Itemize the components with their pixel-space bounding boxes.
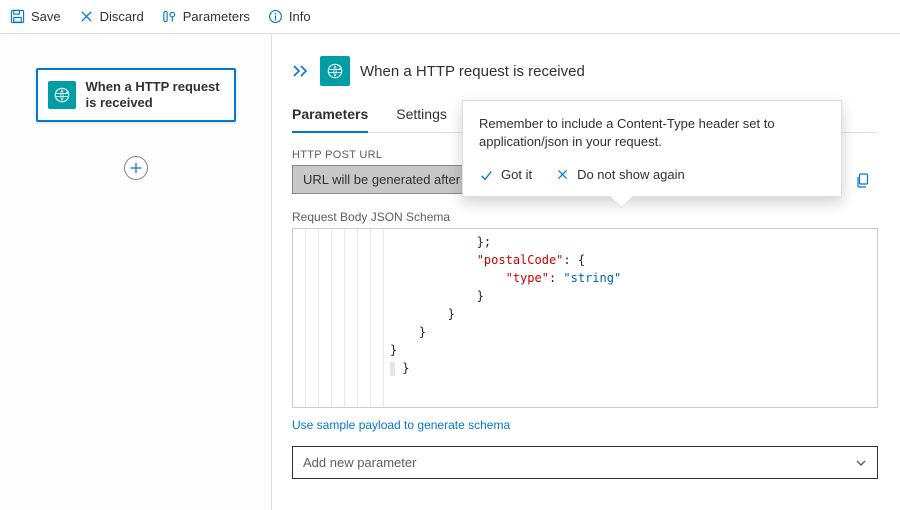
tab-parameters[interactable]: Parameters — [292, 98, 368, 132]
discard-label: Discard — [100, 9, 144, 24]
callout-text: Remember to include a Content-Type heade… — [479, 115, 825, 151]
info-button[interactable]: Info — [268, 9, 311, 24]
dont-show-label: Do not show again — [577, 167, 685, 182]
parameters-label: Parameters — [183, 9, 250, 24]
chevron-right-double-icon — [292, 64, 310, 78]
gotit-button[interactable]: Got it — [479, 167, 532, 182]
editor-gutter — [293, 229, 384, 407]
trigger-card-title: When a HTTP request is received — [86, 79, 224, 111]
parameters-button[interactable]: Parameters — [162, 9, 250, 24]
info-icon — [268, 9, 283, 24]
gotit-label: Got it — [501, 167, 532, 182]
command-bar: Save Discard Parameters Info — [0, 0, 900, 34]
dont-show-again-button[interactable]: Do not show again — [556, 167, 685, 182]
use-sample-payload-link[interactable]: Use sample payload to generate schema — [292, 418, 510, 432]
tip-callout: Remember to include a Content-Type heade… — [462, 100, 842, 197]
editor-content[interactable]: }; "postalCode": { "type": "string" } } … — [384, 229, 627, 407]
save-label: Save — [31, 9, 61, 24]
plus-icon — [129, 161, 143, 175]
close-icon — [556, 168, 569, 181]
info-label: Info — [289, 9, 311, 24]
add-step-button[interactable] — [124, 156, 148, 180]
close-icon — [79, 9, 94, 24]
http-trigger-icon — [320, 56, 350, 86]
chevron-down-icon — [855, 457, 867, 469]
check-icon — [479, 168, 493, 182]
schema-editor[interactable]: }; "postalCode": { "type": "string" } } … — [292, 228, 878, 408]
save-icon — [10, 9, 25, 24]
collapse-panel-button[interactable] — [292, 64, 310, 78]
parameters-icon — [162, 9, 177, 24]
copy-icon — [855, 172, 871, 188]
trigger-card[interactable]: When a HTTP request is received — [36, 68, 236, 122]
schema-label: Request Body JSON Schema — [292, 210, 878, 224]
panel-title: When a HTTP request is received — [360, 63, 585, 80]
detail-panel: When a HTTP request is received Paramete… — [272, 34, 900, 510]
tab-settings[interactable]: Settings — [396, 98, 447, 132]
http-trigger-icon — [48, 81, 76, 109]
save-button[interactable]: Save — [10, 9, 61, 24]
add-parameter-label: Add new parameter — [303, 455, 416, 470]
add-parameter-dropdown[interactable]: Add new parameter — [292, 446, 878, 479]
discard-button[interactable]: Discard — [79, 9, 144, 24]
copy-url-button[interactable] — [848, 165, 878, 194]
workflow-canvas: When a HTTP request is received — [0, 34, 272, 510]
